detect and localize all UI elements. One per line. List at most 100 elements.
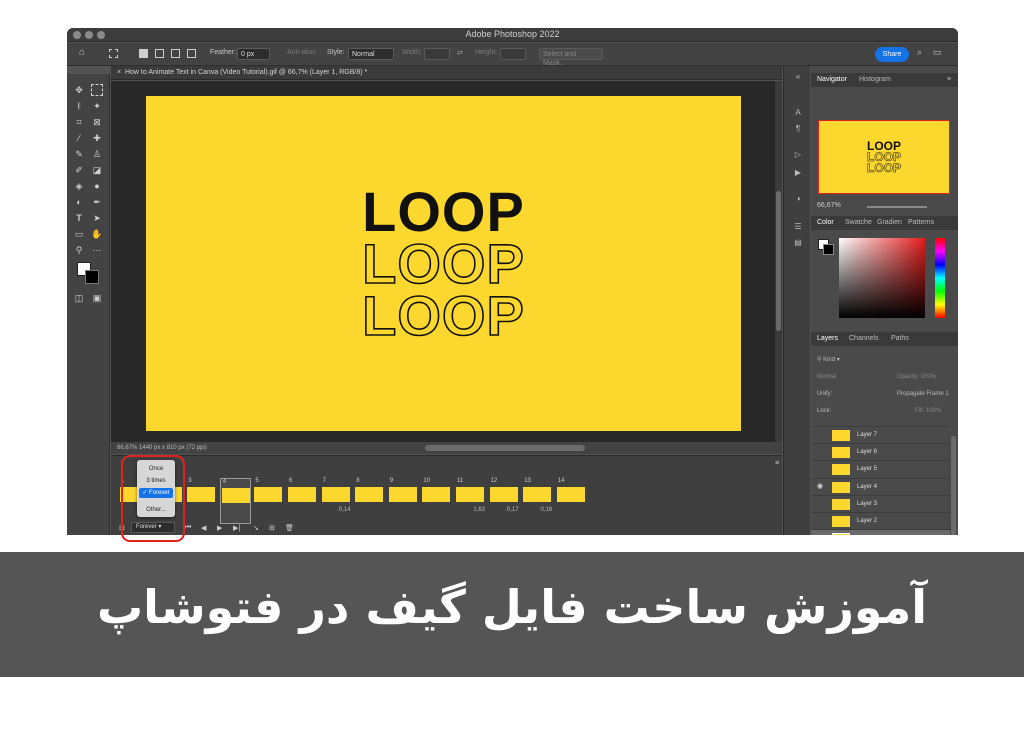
width-input[interactable] — [424, 48, 450, 60]
adjustments-icon[interactable]: ◑ — [793, 194, 803, 204]
color-background-swatch[interactable] — [823, 244, 834, 255]
hue-slider[interactable] — [935, 238, 945, 318]
frame-delay[interactable] — [222, 508, 251, 518]
home-icon[interactable]: ⌂ — [79, 47, 85, 58]
tab-swatches[interactable]: Swatche — [845, 219, 872, 226]
style-select[interactable]: Normal — [348, 48, 394, 60]
frame-delay[interactable] — [288, 507, 317, 517]
marquee-tool-icon[interactable] — [109, 49, 118, 58]
pen-tool-icon[interactable]: ✒ — [91, 196, 103, 208]
frame-delay[interactable]: 1,63 — [456, 507, 485, 517]
visibility-eye-icon[interactable] — [817, 517, 825, 525]
delete-frame-icon[interactable]: 🗑 — [285, 524, 294, 532]
frame-delay[interactable]: 0,14 — [322, 507, 351, 517]
animation-frame[interactable]: 6 — [287, 478, 318, 524]
eyedropper-icon[interactable]: ⁄ — [73, 132, 85, 144]
frame-delay[interactable]: 0,16 — [523, 507, 553, 517]
animation-frame[interactable]: 4 — [219, 478, 251, 524]
brush-tool-icon[interactable]: ✎ — [73, 148, 85, 160]
first-frame-icon[interactable]: ⏮ — [185, 524, 191, 532]
collapse-icon[interactable]: « — [793, 72, 803, 82]
path-selection-icon[interactable]: ➤ — [91, 212, 103, 224]
visibility-eye-icon[interactable] — [817, 534, 825, 535]
fill-field[interactable]: Fill: 100% — [915, 408, 941, 414]
magic-wand-icon[interactable]: ✦ — [91, 100, 103, 112]
share-button[interactable]: Share — [875, 47, 909, 62]
layers-scrollbar[interactable] — [951, 436, 956, 535]
libraries-icon[interactable]: ▤ — [793, 238, 803, 248]
visibility-eye-icon[interactable] — [817, 448, 825, 456]
tab-histogram[interactable]: Histogram — [859, 76, 891, 83]
healing-brush-icon[interactable]: ✚ — [91, 132, 103, 144]
blur-tool-icon[interactable]: ● — [91, 180, 103, 192]
layer-row[interactable]: ◉ Layer 4 — [811, 477, 950, 495]
add-selection-icon[interactable] — [155, 49, 164, 58]
layer-row[interactable]: Layer 2 — [811, 512, 950, 529]
layer-row[interactable]: Layer 7 — [811, 426, 950, 443]
canvas-vertical-scrollbar[interactable] — [775, 81, 782, 442]
frame-delay[interactable] — [557, 507, 586, 517]
antialias-checkbox[interactable]: Anti-alias — [287, 49, 316, 56]
canvas-horizontal-scrollbar[interactable] — [425, 445, 585, 451]
rectangle-tool-icon[interactable]: ▭ — [73, 228, 85, 240]
visibility-eye-icon[interactable]: ◉ — [817, 483, 825, 491]
new-selection-icon[interactable] — [139, 49, 148, 58]
frame-delay[interactable] — [422, 507, 451, 517]
previous-frame-icon[interactable]: ◀ — [201, 524, 206, 532]
close-tab-icon[interactable]: × — [117, 69, 121, 76]
play-action-icon[interactable]: ▶ — [793, 168, 803, 178]
color-picker-field[interactable] — [839, 238, 925, 318]
next-frame-icon[interactable]: ▶| — [233, 524, 240, 532]
frame-tool-icon[interactable]: ⊠ — [91, 116, 103, 128]
tab-gradients[interactable]: Gradien — [877, 219, 902, 226]
move-tool-icon[interactable]: ✥ — [73, 84, 85, 96]
swap-icon[interactable]: ⇄ — [457, 49, 463, 57]
opacity-field[interactable]: Opacity: 100% — [897, 374, 936, 380]
tab-navigator[interactable]: Navigator — [817, 76, 847, 83]
bucket-tool-icon[interactable]: ◈ — [73, 180, 85, 192]
scroll-thumb[interactable] — [776, 191, 781, 331]
properties-icon[interactable]: ☰ — [793, 222, 803, 232]
intersect-selection-icon[interactable] — [187, 49, 196, 58]
animation-frame[interactable]: 3 — [186, 478, 217, 524]
blend-mode-select[interactable]: Normal — [817, 374, 836, 380]
tween-icon[interactable]: ↘ — [253, 524, 259, 532]
character-panel-icon[interactable]: A — [793, 108, 803, 118]
subtract-selection-icon[interactable] — [171, 49, 180, 58]
animation-frame[interactable]: 14 — [556, 478, 587, 524]
frame-delay[interactable] — [187, 507, 216, 517]
type-tool-icon[interactable]: T — [73, 212, 85, 224]
lasso-tool-icon[interactable]: ℓ — [73, 100, 85, 112]
select-and-mask-button[interactable]: Select and Mask... — [539, 48, 603, 67]
frame-delay[interactable] — [389, 507, 418, 517]
frame-delay[interactable]: 0,17 — [490, 507, 519, 517]
layer-row[interactable]: Layer 1 — [811, 529, 950, 535]
visibility-eye-icon[interactable] — [817, 465, 825, 473]
visibility-eye-icon[interactable] — [817, 500, 825, 508]
tab-patterns[interactable]: Patterns — [908, 219, 934, 226]
dodge-tool-icon[interactable]: ◐ — [73, 196, 85, 208]
zoom-tool-icon[interactable]: ⚲ — [73, 244, 85, 256]
more-tools-icon[interactable]: ⋯ — [91, 244, 103, 256]
play-icon[interactable]: ▶ — [217, 524, 222, 532]
actions-panel-icon[interactable]: ▷ — [793, 150, 803, 160]
frame-delay[interactable] — [355, 507, 384, 517]
duplicate-frame-icon[interactable]: ⊞ — [269, 524, 275, 532]
animation-frame[interactable]: 5 — [253, 478, 284, 524]
background-color-swatch[interactable] — [85, 270, 99, 284]
quick-mask-icon[interactable]: ◫ — [73, 292, 85, 304]
layer-row[interactable]: Layer 3 — [811, 494, 950, 512]
tab-color[interactable]: Color — [817, 219, 834, 226]
crop-tool-icon[interactable]: ⌗ — [73, 116, 85, 128]
document-tab[interactable]: × How to Animate Text in Canva (Video Tu… — [111, 66, 782, 80]
animation-frame[interactable]: 11 1,63 — [455, 478, 486, 524]
eraser-tool-icon[interactable]: ◪ — [91, 164, 103, 176]
tab-layers[interactable]: Layers — [817, 335, 838, 342]
screen-mode-icon[interactable]: ▣ — [91, 292, 103, 304]
workspace-icon[interactable]: ▭ — [933, 47, 942, 58]
history-brush-icon[interactable]: ✐ — [73, 164, 85, 176]
propagate-frame-checkbox[interactable]: Propagate Frame 1 — [897, 391, 949, 397]
panel-menu-icon[interactable]: ≡ — [947, 76, 951, 83]
visibility-eye-icon[interactable] — [817, 431, 825, 439]
tab-paths[interactable]: Paths — [891, 335, 909, 342]
